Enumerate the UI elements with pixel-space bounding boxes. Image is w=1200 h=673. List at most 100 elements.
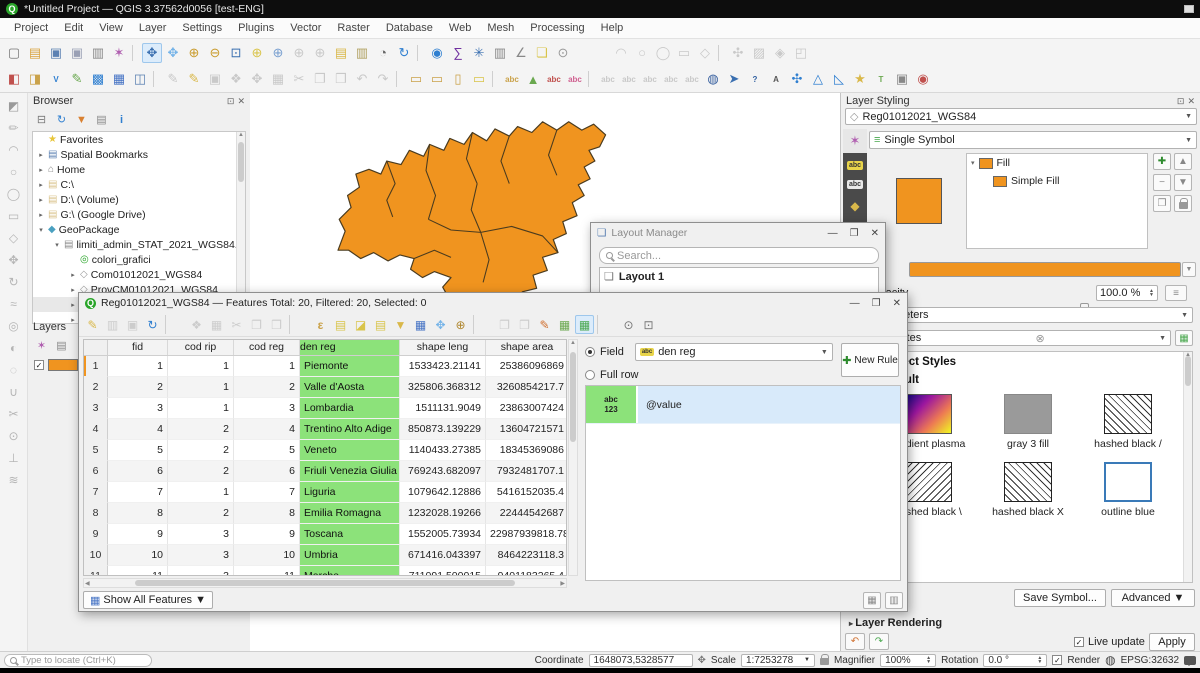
cell-shape-leng[interactable]: 671416.043397 [400, 545, 486, 566]
row-number[interactable]: 5 [84, 440, 108, 461]
cell-shape-area[interactable]: 23863007424 [486, 398, 567, 419]
layout-manager-title-bar[interactable]: ❏ Layout Manager —❐✕ [591, 223, 885, 243]
table-row[interactable]: 5 5 2 5 Veneto 1140433.27385 18345369086 [84, 440, 566, 461]
zoom-to-selection-icon[interactable]: ⊕ [247, 43, 267, 63]
browser-item[interactable]: ▾ ◆ GeoPackage [33, 222, 245, 237]
rotate-point-symbols-icon[interactable]: ⊥ [5, 449, 23, 467]
table-row[interactable]: 6 6 2 6 Friuli Venezia Giulia 769243.682… [84, 461, 566, 482]
expand-arrow-icon[interactable]: ▸ [37, 166, 45, 174]
add-feature-icon[interactable]: ❖ [187, 315, 206, 334]
show-spatial-bookmarks-icon[interactable]: ▥ [352, 43, 372, 63]
expand-arrow-icon[interactable]: ▸ [37, 181, 45, 189]
measure-icon[interactable]: ∠ [511, 43, 531, 63]
cell-fid[interactable]: 7 [108, 482, 168, 503]
cell-shape-area[interactable]: 7932481707.1 [486, 461, 567, 482]
expand-arrow-icon[interactable]: ▾ [37, 226, 45, 234]
cell-shape-area[interactable]: 22444542687 [486, 503, 567, 524]
table-corner[interactable] [84, 340, 108, 355]
cell-cod-reg[interactable]: 7 [234, 482, 300, 503]
cell-shape-leng[interactable]: 1533423.21141 [400, 356, 486, 377]
expand-arrow-icon[interactable]: ▸ [69, 271, 77, 279]
processing-toolbox-icon[interactable]: ✳ [469, 43, 489, 63]
new-spatialite-icon[interactable]: ✎ [67, 69, 87, 89]
new-gpx-icon[interactable]: ◫ [130, 69, 150, 89]
lock-scale-icon[interactable] [820, 658, 829, 665]
cell-den-reg[interactable]: Piemonte [300, 356, 400, 377]
new-project-icon[interactable]: ▢ [4, 43, 24, 63]
row-number[interactable]: 7 [84, 482, 108, 503]
table-row[interactable]: 7 7 1 7 Liguria 1079642.12886 5416152035… [84, 482, 566, 503]
column-header-cod-reg[interactable]: cod reg [234, 340, 300, 355]
new-shapefile-icon[interactable]: V [46, 69, 66, 89]
cell-shape-area[interactable]: 18345369086 [486, 440, 567, 461]
collapse-all-icon[interactable]: ⊟ [33, 111, 50, 128]
annotation-toolbar-icon[interactable]: ▣ [892, 69, 912, 89]
cell-den-reg[interactable]: Friuli Venezia Giulia [300, 461, 400, 482]
new-mesh-icon[interactable]: ▦ [109, 69, 129, 89]
row-number[interactable]: 1 [84, 356, 108, 377]
cell-cod-reg[interactable]: 4 [234, 419, 300, 440]
cell-shape-leng[interactable]: 1140433.27385 [400, 440, 486, 461]
cell-cod-reg[interactable]: 3 [234, 398, 300, 419]
advanced-button[interactable]: Advanced▼ [1111, 589, 1195, 607]
mask-tab-icon[interactable]: abc [847, 180, 863, 189]
close-icon[interactable]: ✕ [893, 298, 901, 309]
fill-ring-icon[interactable]: ◐ [5, 339, 23, 357]
menu-item[interactable]: Vector [282, 19, 329, 37]
add-group-icon[interactable]: ▤ [53, 337, 70, 354]
toggle-editing-icon[interactable]: ✎ [184, 69, 204, 89]
azimuth-ruler-icon[interactable]: ◩ [5, 97, 23, 115]
cell-fid[interactable]: 5 [108, 440, 168, 461]
float-panel-icon[interactable]: ⊡ [1177, 96, 1185, 107]
close-icon[interactable]: ✕ [871, 228, 879, 239]
cell-cod-rip[interactable]: 3 [168, 545, 234, 566]
table-view-toggle[interactable]: ▦ [863, 592, 881, 609]
cell-shape-leng[interactable]: 325806.368312 [400, 377, 486, 398]
style-manager-icon[interactable]: ✶ [109, 43, 129, 63]
cell-cod-rip[interactable]: 1 [168, 482, 234, 503]
table-row[interactable]: 2 2 1 2 Valle d'Aosta 325806.368312 3260… [84, 377, 566, 398]
dock-table-icon[interactable]: ⊡ [639, 315, 658, 334]
menu-item[interactable]: View [91, 19, 131, 37]
move-feature-icon[interactable]: ✥ [247, 69, 267, 89]
statistical-summary-icon[interactable]: ∑ [448, 43, 468, 63]
window-restore-icon[interactable] [1184, 5, 1194, 13]
split-features-icon[interactable]: ✂ [5, 405, 23, 423]
cell-shape-leng[interactable]: 711091.500015 [400, 566, 486, 576]
column-header-fid[interactable]: fid [108, 340, 168, 355]
redo-icon[interactable]: ↷ [373, 69, 393, 89]
cell-den-reg[interactable]: Liguria [300, 482, 400, 503]
messages-icon[interactable] [1184, 656, 1196, 665]
toggle-editing-icon[interactable]: ✎ [83, 315, 102, 334]
delete-selected-icon[interactable]: ▦ [268, 69, 288, 89]
column-header-shape-area[interactable]: shape area [486, 340, 567, 355]
scale-combo[interactable]: 1:7253278▼ [741, 654, 815, 667]
lock-colors-button[interactable] [1174, 195, 1192, 212]
metasearch-icon[interactable]: ◍ [703, 69, 723, 89]
menu-item[interactable]: Mesh [479, 19, 522, 37]
table-vertical-scrollbar[interactable]: ▲ [568, 339, 578, 576]
offset-curve-icon[interactable]: ∪ [5, 383, 23, 401]
cell-shape-area[interactable]: 13604721571 [486, 419, 567, 440]
cell-cod-reg[interactable]: 10 [234, 545, 300, 566]
add-symbol-layer-button[interactable]: ✚ [1153, 153, 1171, 170]
coordinate-field[interactable]: 1648073,5328577 [589, 654, 693, 667]
identify-features-icon[interactable]: ◉ [427, 43, 447, 63]
row-number[interactable]: 4 [84, 419, 108, 440]
cell-shape-area[interactable]: 5416152035.4 [486, 482, 567, 503]
menu-item[interactable]: Database [378, 19, 441, 37]
add-feature-icon[interactable]: ❖ [226, 69, 246, 89]
fill-color-bar[interactable] [909, 262, 1181, 277]
layout-search-input[interactable]: Search... [599, 247, 879, 264]
expand-arrow-icon[interactable]: ▸ [69, 286, 77, 294]
table-row[interactable]: 11 11 3 11 Marche 711091.500015 94011832… [84, 566, 566, 576]
save-layer-edits-icon[interactable]: ▣ [205, 69, 225, 89]
favorites-icon[interactable]: ★ [850, 69, 870, 89]
refresh-map-icon[interactable]: ↻ [394, 43, 414, 63]
menu-item[interactable]: Edit [56, 19, 91, 37]
row-number[interactable]: 10 [84, 545, 108, 566]
close-panel-icon[interactable]: ✕ [1187, 96, 1195, 107]
pan-to-selection-icon[interactable]: ✥ [431, 315, 450, 334]
expand-arrow-icon[interactable]: ▾ [53, 241, 61, 249]
paste-cells-icon[interactable]: ❒ [515, 315, 534, 334]
